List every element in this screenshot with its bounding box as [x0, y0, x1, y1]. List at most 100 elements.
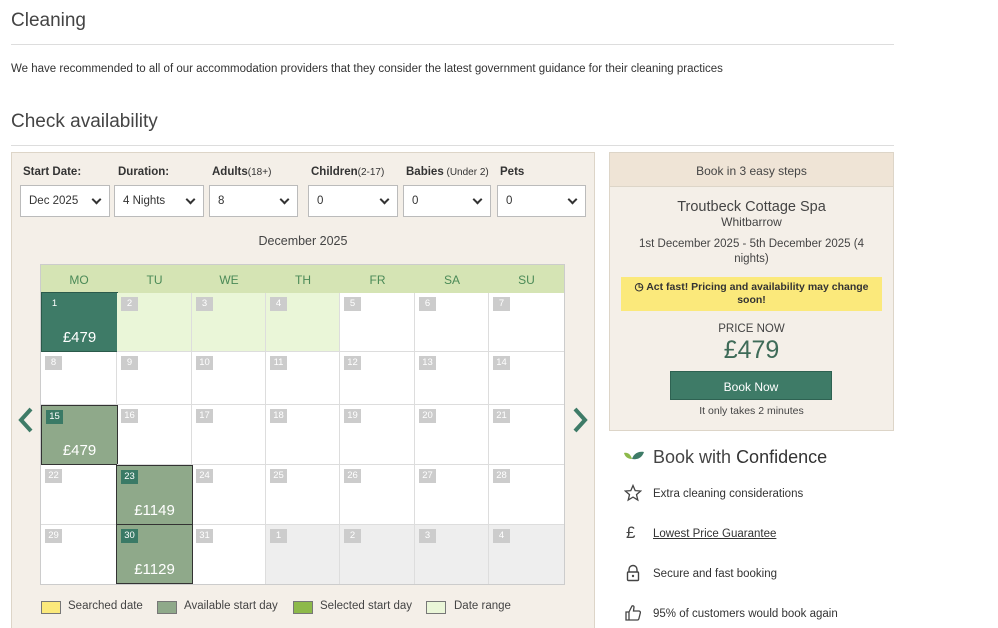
availability-heading: Check availability	[11, 111, 158, 132]
calendar-day[interactable]: 24	[192, 465, 266, 525]
divider	[11, 44, 894, 45]
calendar-day[interactable]: 25	[266, 465, 340, 525]
pound-icon: £	[626, 523, 636, 542]
star-icon	[624, 484, 642, 502]
lock-icon	[626, 564, 640, 582]
day-price: £479	[62, 442, 97, 459]
calendar-day[interactable]: 31	[192, 525, 266, 584]
divider	[11, 145, 894, 146]
pets-label: Pets	[500, 166, 525, 178]
calendar-day[interactable]: 29	[41, 525, 117, 584]
day-header: WE	[192, 265, 266, 293]
chevron-down-icon	[472, 194, 483, 205]
calendar-day[interactable]: 20	[415, 405, 489, 465]
calendar-day[interactable]: 5	[340, 293, 415, 352]
start-date-select[interactable]: Dec 2025	[20, 185, 110, 217]
day-price: £1129	[134, 561, 175, 578]
legend-swatch-range	[426, 601, 446, 614]
calendar-day[interactable]: 3	[192, 293, 266, 352]
adults-label: Adults(18+)	[212, 166, 272, 178]
leaf-icon	[624, 451, 644, 460]
calendar-day[interactable]: 21	[489, 405, 564, 465]
babies-label: Babies (Under 2)	[406, 166, 489, 178]
chevron-down-icon	[279, 194, 290, 205]
calendar-day[interactable]: 4	[266, 293, 340, 352]
calendar-day[interactable]: 14	[489, 352, 564, 405]
calendar-day[interactable]: 19	[340, 405, 415, 465]
calendar-day[interactable]: 15 £479	[41, 405, 118, 465]
calendar-day-next-month: 3	[415, 525, 489, 584]
duration-select[interactable]: 4 Nights	[114, 185, 204, 217]
legend-label-searched: Searched date	[68, 600, 143, 612]
calendar-day-next-month: 1	[266, 525, 340, 584]
calendar-day[interactable]: 10	[192, 352, 266, 405]
day-price: £479	[62, 329, 97, 346]
day-price: £1149	[134, 502, 175, 519]
property-name: Troutbeck Cottage Spa	[677, 199, 826, 215]
calendar-month: December 2025	[258, 234, 348, 248]
chevron-left-icon	[18, 407, 33, 433]
chevron-down-icon	[185, 194, 196, 205]
calendar-day[interactable]: 16	[117, 405, 192, 465]
adults-select[interactable]: 8	[209, 185, 298, 217]
thumbs-up-icon	[625, 605, 642, 621]
day-header: FR	[340, 265, 415, 293]
calendar-grid: MO TU WE TH FR SA SU 1 £479 2 3 4 5 6 7 8…	[40, 264, 565, 585]
calendar-day[interactable]: 18	[266, 405, 340, 465]
booking-dates: 1st December 2025 - 5th December 2025 (4…	[638, 238, 864, 265]
calendar-day[interactable]: 12	[340, 352, 415, 405]
next-month-arrow[interactable]	[568, 405, 592, 435]
chevron-down-icon	[567, 194, 578, 205]
day-header: SA	[415, 265, 489, 293]
calendar-day-next-month: 2	[340, 525, 415, 584]
day-header: TH	[266, 265, 340, 293]
pets-select[interactable]: 0	[497, 185, 586, 217]
calendar-day[interactable]: 28	[489, 465, 564, 525]
babies-select[interactable]: 0	[403, 185, 491, 217]
legend-label-available: Available start day	[184, 600, 278, 612]
cleaning-heading: Cleaning	[11, 10, 86, 31]
calendar-day[interactable]: 8	[41, 352, 117, 405]
confidence-title: Book with Confidence	[653, 447, 828, 467]
start-date-label: Start Date:	[23, 166, 82, 178]
day-header: SU	[489, 265, 564, 293]
calendar-day-next-month: 4	[489, 525, 564, 584]
calendar-day[interactable]: 9	[117, 352, 192, 405]
legend-label-selected: Selected start day	[320, 600, 413, 612]
calendar-day[interactable]: 23 £1149	[116, 465, 193, 525]
legend-swatch-selected	[293, 601, 313, 614]
property-location: Whitbarrow	[721, 215, 782, 229]
calendar-day[interactable]: 17	[192, 405, 266, 465]
calendar-day[interactable]: 7	[489, 293, 564, 352]
booking-note: It only takes 2 minutes	[699, 405, 804, 417]
day-header: MO	[41, 265, 117, 293]
children-select[interactable]: 0	[308, 185, 398, 217]
day-header: TU	[117, 265, 192, 293]
calendar-day[interactable]: 13	[415, 352, 489, 405]
price-value: £479	[723, 336, 780, 364]
price-label: PRICE NOW	[718, 323, 785, 335]
chevron-down-icon	[379, 194, 390, 205]
calendar-day[interactable]: 6	[415, 293, 489, 352]
calendar-day[interactable]: 1 £479	[41, 292, 118, 352]
lowest-price-link[interactable]: Lowest Price Guarantee	[653, 528, 776, 540]
calendar-day[interactable]: 2	[117, 293, 192, 352]
calendar-day[interactable]: 27	[415, 465, 489, 525]
children-label: Children(2-17)	[311, 166, 385, 178]
calendar-day[interactable]: 30 £1129	[116, 524, 193, 584]
legend-label-range: Date range	[454, 600, 511, 612]
clock-icon: ◷	[634, 281, 647, 293]
calendar-day[interactable]: 11	[266, 352, 340, 405]
chevron-down-icon	[91, 194, 102, 205]
chevron-right-icon	[573, 407, 588, 433]
legend-swatch-searched	[41, 601, 61, 614]
previous-month-arrow[interactable]	[14, 405, 38, 435]
book-now-button[interactable]: Book Now	[670, 371, 832, 400]
duration-label: Duration:	[118, 166, 170, 178]
calendar-day[interactable]: 26	[340, 465, 415, 525]
booking-steps-header: Book in 3 easy steps	[609, 152, 894, 187]
legend-swatch-available	[157, 601, 177, 614]
calendar-day[interactable]: 22	[41, 465, 117, 525]
urgency-banner: ◷ Act fast! Pricing and availability may…	[621, 277, 882, 311]
cleaning-text: We have recommended to all of our accomm…	[11, 63, 723, 75]
